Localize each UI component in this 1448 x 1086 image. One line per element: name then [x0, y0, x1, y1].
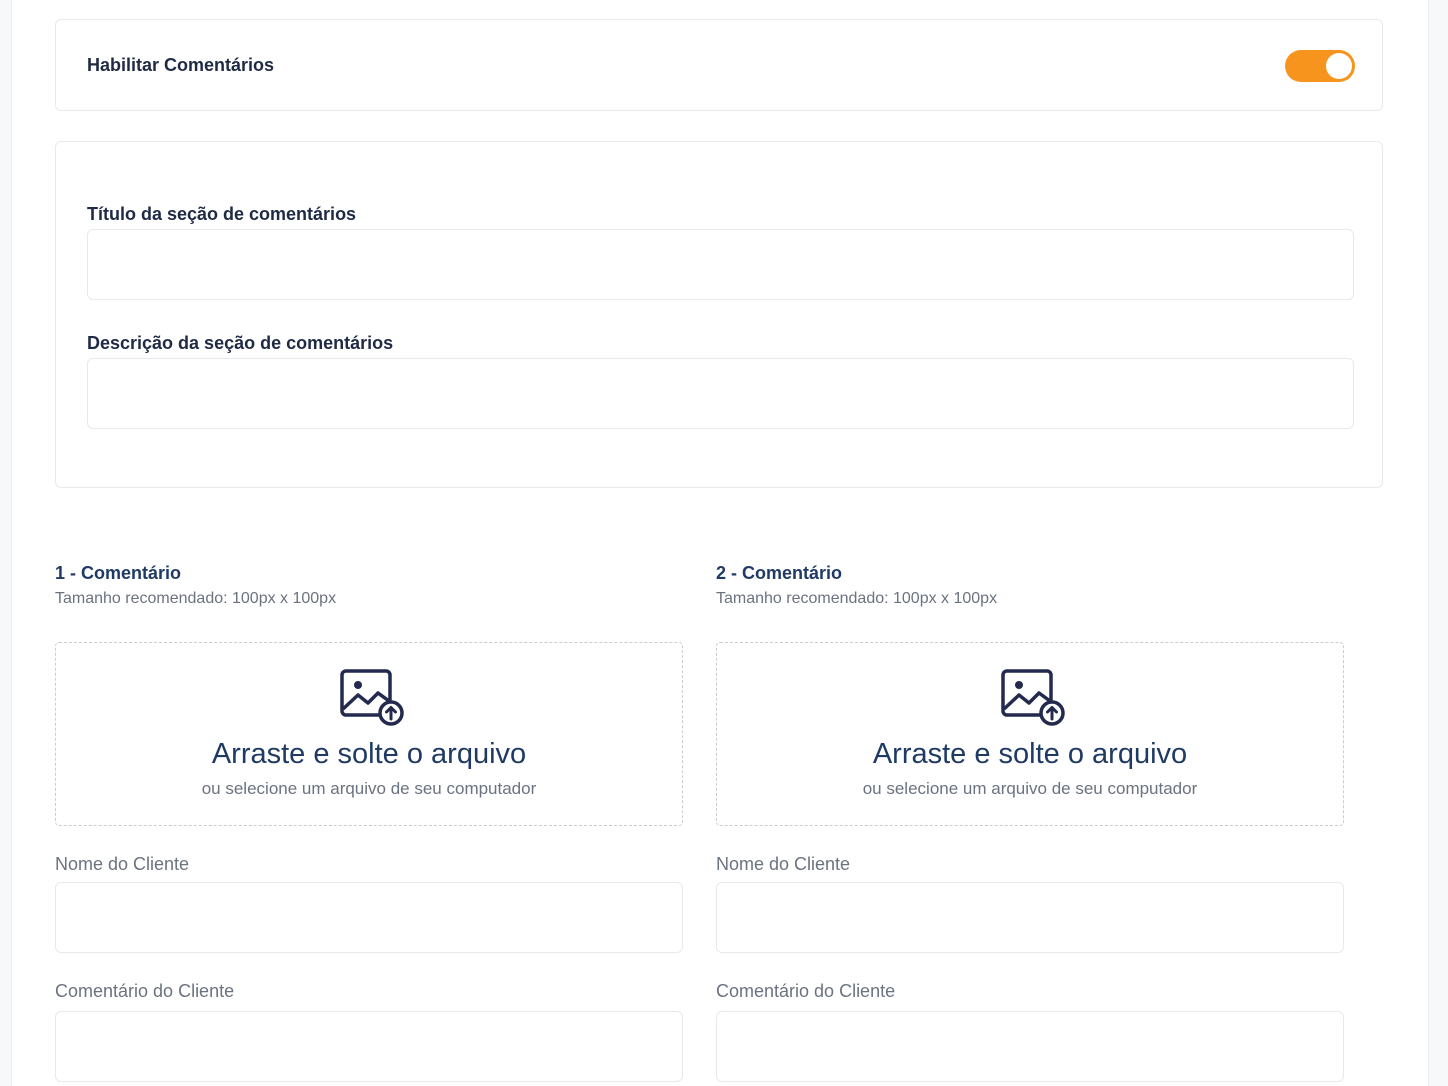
enable-comments-label: Habilitar Comentários	[87, 55, 275, 75]
comment-1: 1 - Comentário Tamanho recomendado: 100p…	[55, 560, 684, 1086]
image-upload-icon	[340, 669, 404, 726]
section-title-label: Título da seção de comentários	[87, 204, 357, 224]
dropzone-subtitle: ou selecione um arquivo de seu computado…	[862, 779, 1198, 798]
client-name-input[interactable]	[716, 882, 1344, 953]
comments-section-card: Título da seção de comentários Descrição…	[55, 141, 1383, 488]
client-comment-label: Comentário do Cliente	[55, 981, 235, 1001]
comment-2: 2 - Comentário Tamanho recomendado: 100p…	[716, 560, 1345, 1086]
section-title-input[interactable]	[87, 229, 1354, 300]
dropzone-title: Arraste e solte o arquivo	[872, 738, 1188, 770]
recommended-size-hint: Tamanho recomendado: 100px x 100px	[55, 590, 337, 607]
comment-heading: 2 - Comentário	[716, 563, 843, 583]
section-description-input[interactable]	[87, 358, 1354, 429]
client-name-label: Nome do Cliente	[716, 854, 851, 874]
section-description-label: Descrição da seção de comentários	[87, 333, 394, 353]
client-comment-input[interactable]	[716, 1011, 1344, 1082]
enable-comments-card: Habilitar Comentários	[55, 19, 1383, 111]
client-name-input[interactable]	[55, 882, 683, 953]
enable-comments-toggle[interactable]	[1285, 50, 1355, 82]
toggle-knob	[1326, 53, 1352, 79]
client-name-label: Nome do Cliente	[55, 854, 190, 874]
client-comment-label: Comentário do Cliente	[716, 981, 896, 1001]
comment-heading: 1 - Comentário	[55, 563, 182, 583]
client-comment-input[interactable]	[55, 1011, 683, 1082]
file-dropzone[interactable]: Arraste e solte o arquivo ou selecione u…	[716, 642, 1344, 826]
file-dropzone[interactable]: Arraste e solte o arquivo ou selecione u…	[55, 642, 683, 826]
dropzone-title: Arraste e solte o arquivo	[211, 738, 527, 770]
recommended-size-hint: Tamanho recomendado: 100px x 100px	[716, 590, 998, 607]
dropzone-subtitle: ou selecione um arquivo de seu computado…	[201, 779, 537, 798]
settings-panel: Habilitar Comentários Título da seção de…	[11, 0, 1429, 1086]
image-upload-icon	[1001, 669, 1065, 726]
